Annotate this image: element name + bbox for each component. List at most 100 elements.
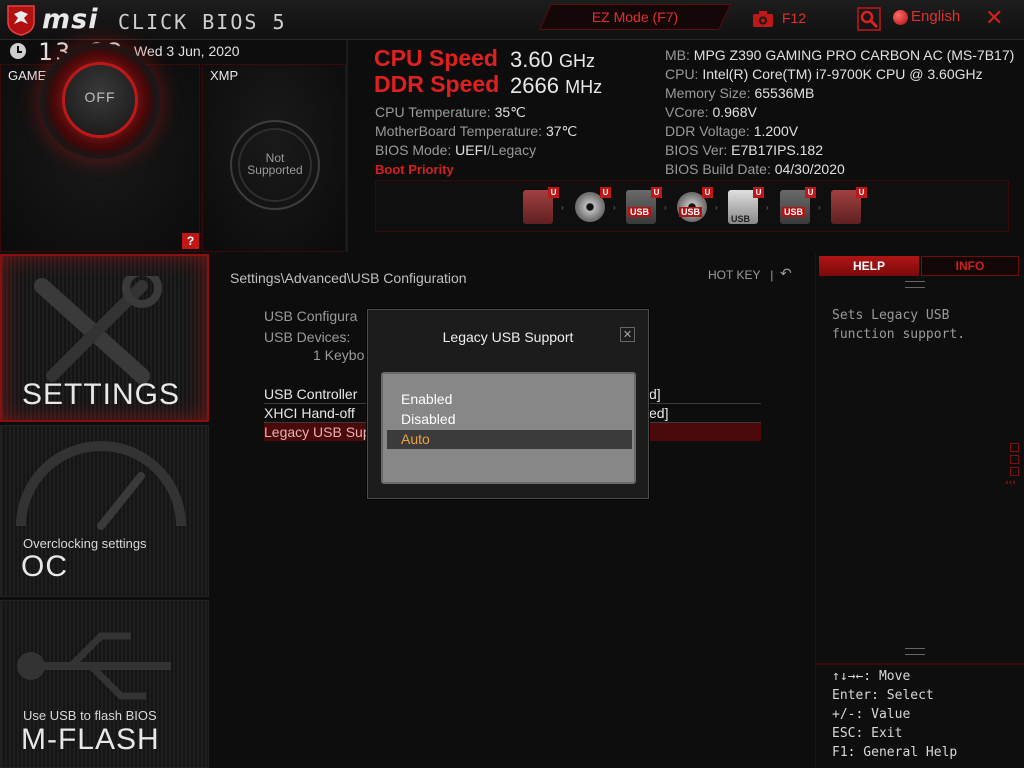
ddr-speed-unit: MHz xyxy=(565,77,603,97)
cpu-speed-number: 3.60 xyxy=(510,47,553,72)
info-value: 37℃ xyxy=(545,123,578,139)
back-icon[interactable]: ↶ xyxy=(780,266,792,282)
tools-icon xyxy=(34,276,162,384)
option-enabled[interactable]: Enabled xyxy=(387,390,632,409)
screenshot-key-label[interactable]: F12 xyxy=(782,10,806,26)
help-text-line: Sets Legacy USB xyxy=(832,308,950,323)
menu-value-usb-controller[interactable]: d] xyxy=(649,386,661,402)
usb-label: USB xyxy=(782,207,806,217)
motherboard-temperature: MotherBoard Temperature: 37℃ xyxy=(375,123,577,140)
side-indicator xyxy=(1010,443,1019,452)
boot-arrow-icon: › xyxy=(613,203,616,212)
product-name: CLICK BIOS 5 xyxy=(118,10,287,34)
help-text-line: function support. xyxy=(832,327,966,342)
cpu-speed-value: 3.60 GHz xyxy=(510,47,595,73)
close-icon[interactable]: ✕ xyxy=(985,8,1003,30)
hotkey-text: HOT KEY xyxy=(708,268,761,282)
info-label: CPU Temperature: xyxy=(375,104,495,120)
ddr-speed-value: 2666 MHz xyxy=(510,73,602,99)
boot-priority-label: Boot Priority xyxy=(375,162,454,177)
bios-mode: BIOS Mode: UEFI/Legacy xyxy=(375,142,536,158)
vcore: VCore: 0.968V xyxy=(665,104,757,120)
ez-mode-button[interactable]: EZ Mode (F7) xyxy=(538,4,732,30)
info-value: MPG Z390 GAMING PRO CARBON AC (MS-7B17) xyxy=(693,47,1015,63)
memory-size: Memory Size: 65536MB xyxy=(665,85,814,101)
info-label: Memory Size: xyxy=(665,85,755,101)
info-label: DDR Voltage: xyxy=(665,123,754,139)
side-indicator xyxy=(1010,455,1019,464)
cpu-temperature: CPU Temperature: 35℃ xyxy=(375,104,526,121)
option-auto[interactable]: Auto xyxy=(387,430,632,449)
nav-oc-caption: Overclocking settings xyxy=(23,536,147,551)
info-value: UEFI xyxy=(455,142,488,158)
nav-mflash-caption: Use USB to flash BIOS xyxy=(23,708,157,723)
info-label: MB: xyxy=(665,47,694,63)
uefi-badge: U xyxy=(702,187,713,198)
key-help-select: Enter: Select xyxy=(832,688,934,703)
usb-label: USB xyxy=(628,207,652,217)
help-text: Sets Legacy USB function support. xyxy=(832,306,1012,344)
info-value: 65536MB xyxy=(754,85,815,101)
msi-dragon-shield-icon xyxy=(7,5,35,36)
nav-settings-label: SETTINGS xyxy=(22,378,181,411)
key-help-exit: ESC: Exit xyxy=(832,726,903,741)
camera-icon[interactable] xyxy=(752,10,774,28)
usb-icon xyxy=(17,632,171,700)
info-value: E7B17IPS.182 xyxy=(731,142,823,158)
boot-arrow-icon: › xyxy=(766,203,769,212)
dialog-title: Legacy USB Support xyxy=(442,329,574,345)
menu-value-xhci-handoff[interactable]: ed] xyxy=(649,405,668,421)
menu-item-xhci-handoff[interactable]: XHCI Hand-off xyxy=(264,405,355,421)
usb-devices-value: 1 Keybo xyxy=(313,347,365,363)
scroll-up-grip[interactable] xyxy=(905,281,925,288)
info-value: 35℃ xyxy=(494,104,526,120)
info-label: CPU: xyxy=(665,66,703,82)
info-label: MotherBoard Temperature: xyxy=(375,123,546,139)
cpu-info: CPU: Intel(R) Core(TM) i7-9700K CPU @ 3.… xyxy=(665,66,983,82)
menu-item-legacy-usb[interactable]: Legacy USB Supp xyxy=(264,424,378,440)
search-icon[interactable] xyxy=(857,7,881,31)
clock-date: Wed 3 Jun, 2020 xyxy=(134,43,240,59)
usb-label: USB xyxy=(679,207,703,217)
cpu-speed-label: CPU Speed xyxy=(374,45,498,71)
usb-devices-label: USB Devices: xyxy=(264,329,351,345)
uefi-badge: U xyxy=(651,187,662,198)
brand-logo: msi xyxy=(42,4,99,35)
info-label: BIOS Ver: xyxy=(665,142,732,158)
tab-help[interactable]: HELP xyxy=(819,256,919,276)
globe-icon[interactable] xyxy=(893,10,908,25)
ddr-speed-number: 2666 xyxy=(510,73,559,98)
option-dialog: Legacy USB Support ✕ Enabled Disabled Au… xyxy=(367,309,649,499)
hotkey-label[interactable]: HOT KEY | xyxy=(708,268,773,282)
boot-arrow-icon: › xyxy=(715,203,718,212)
clock-icon xyxy=(10,43,26,59)
nav-mflash[interactable]: Use USB to flash BIOS M-FLASH xyxy=(0,600,209,768)
uefi-badge: U xyxy=(856,187,867,198)
option-list: Enabled Disabled Auto xyxy=(381,372,636,484)
help-button[interactable]: ? xyxy=(182,233,199,249)
uefi-badge: U xyxy=(600,187,611,198)
collapse-arrows-icon[interactable]: ‹‹‹ xyxy=(1005,478,1016,488)
cpu-speed-unit: GHz xyxy=(558,51,595,71)
divider xyxy=(815,663,1024,665)
menu-item-usb-controller[interactable]: USB Controller xyxy=(264,386,357,402)
nav-settings[interactable]: SETTINGS xyxy=(0,254,209,422)
boot-arrow-icon: › xyxy=(818,203,821,212)
boot-arrow-icon: › xyxy=(664,203,667,212)
ddr-speed-label: DDR Speed xyxy=(374,71,500,97)
nav-oc[interactable]: Overclocking settings OC xyxy=(0,425,209,597)
xmp-state-line2: Supported xyxy=(247,163,303,177)
nav-mflash-label: M-FLASH xyxy=(21,723,160,756)
boot-arrow-icon: › xyxy=(561,203,564,212)
language-selector[interactable]: English xyxy=(911,8,960,25)
game-boost-state: OFF xyxy=(84,89,116,105)
option-disabled[interactable]: Disabled xyxy=(387,410,632,429)
breadcrumb: Settings\Advanced\USB Configuration xyxy=(230,270,467,286)
tab-info[interactable]: INFO xyxy=(921,256,1019,276)
bios-version: BIOS Ver: E7B17IPS.182 xyxy=(665,142,823,158)
dialog-close-icon[interactable]: ✕ xyxy=(620,327,635,342)
uefi-badge: U xyxy=(548,187,559,198)
bios-build-date: BIOS Build Date: 04/30/2020 xyxy=(665,161,845,177)
scroll-down-grip[interactable] xyxy=(905,648,925,655)
ddr-voltage: DDR Voltage: 1.200V xyxy=(665,123,798,139)
